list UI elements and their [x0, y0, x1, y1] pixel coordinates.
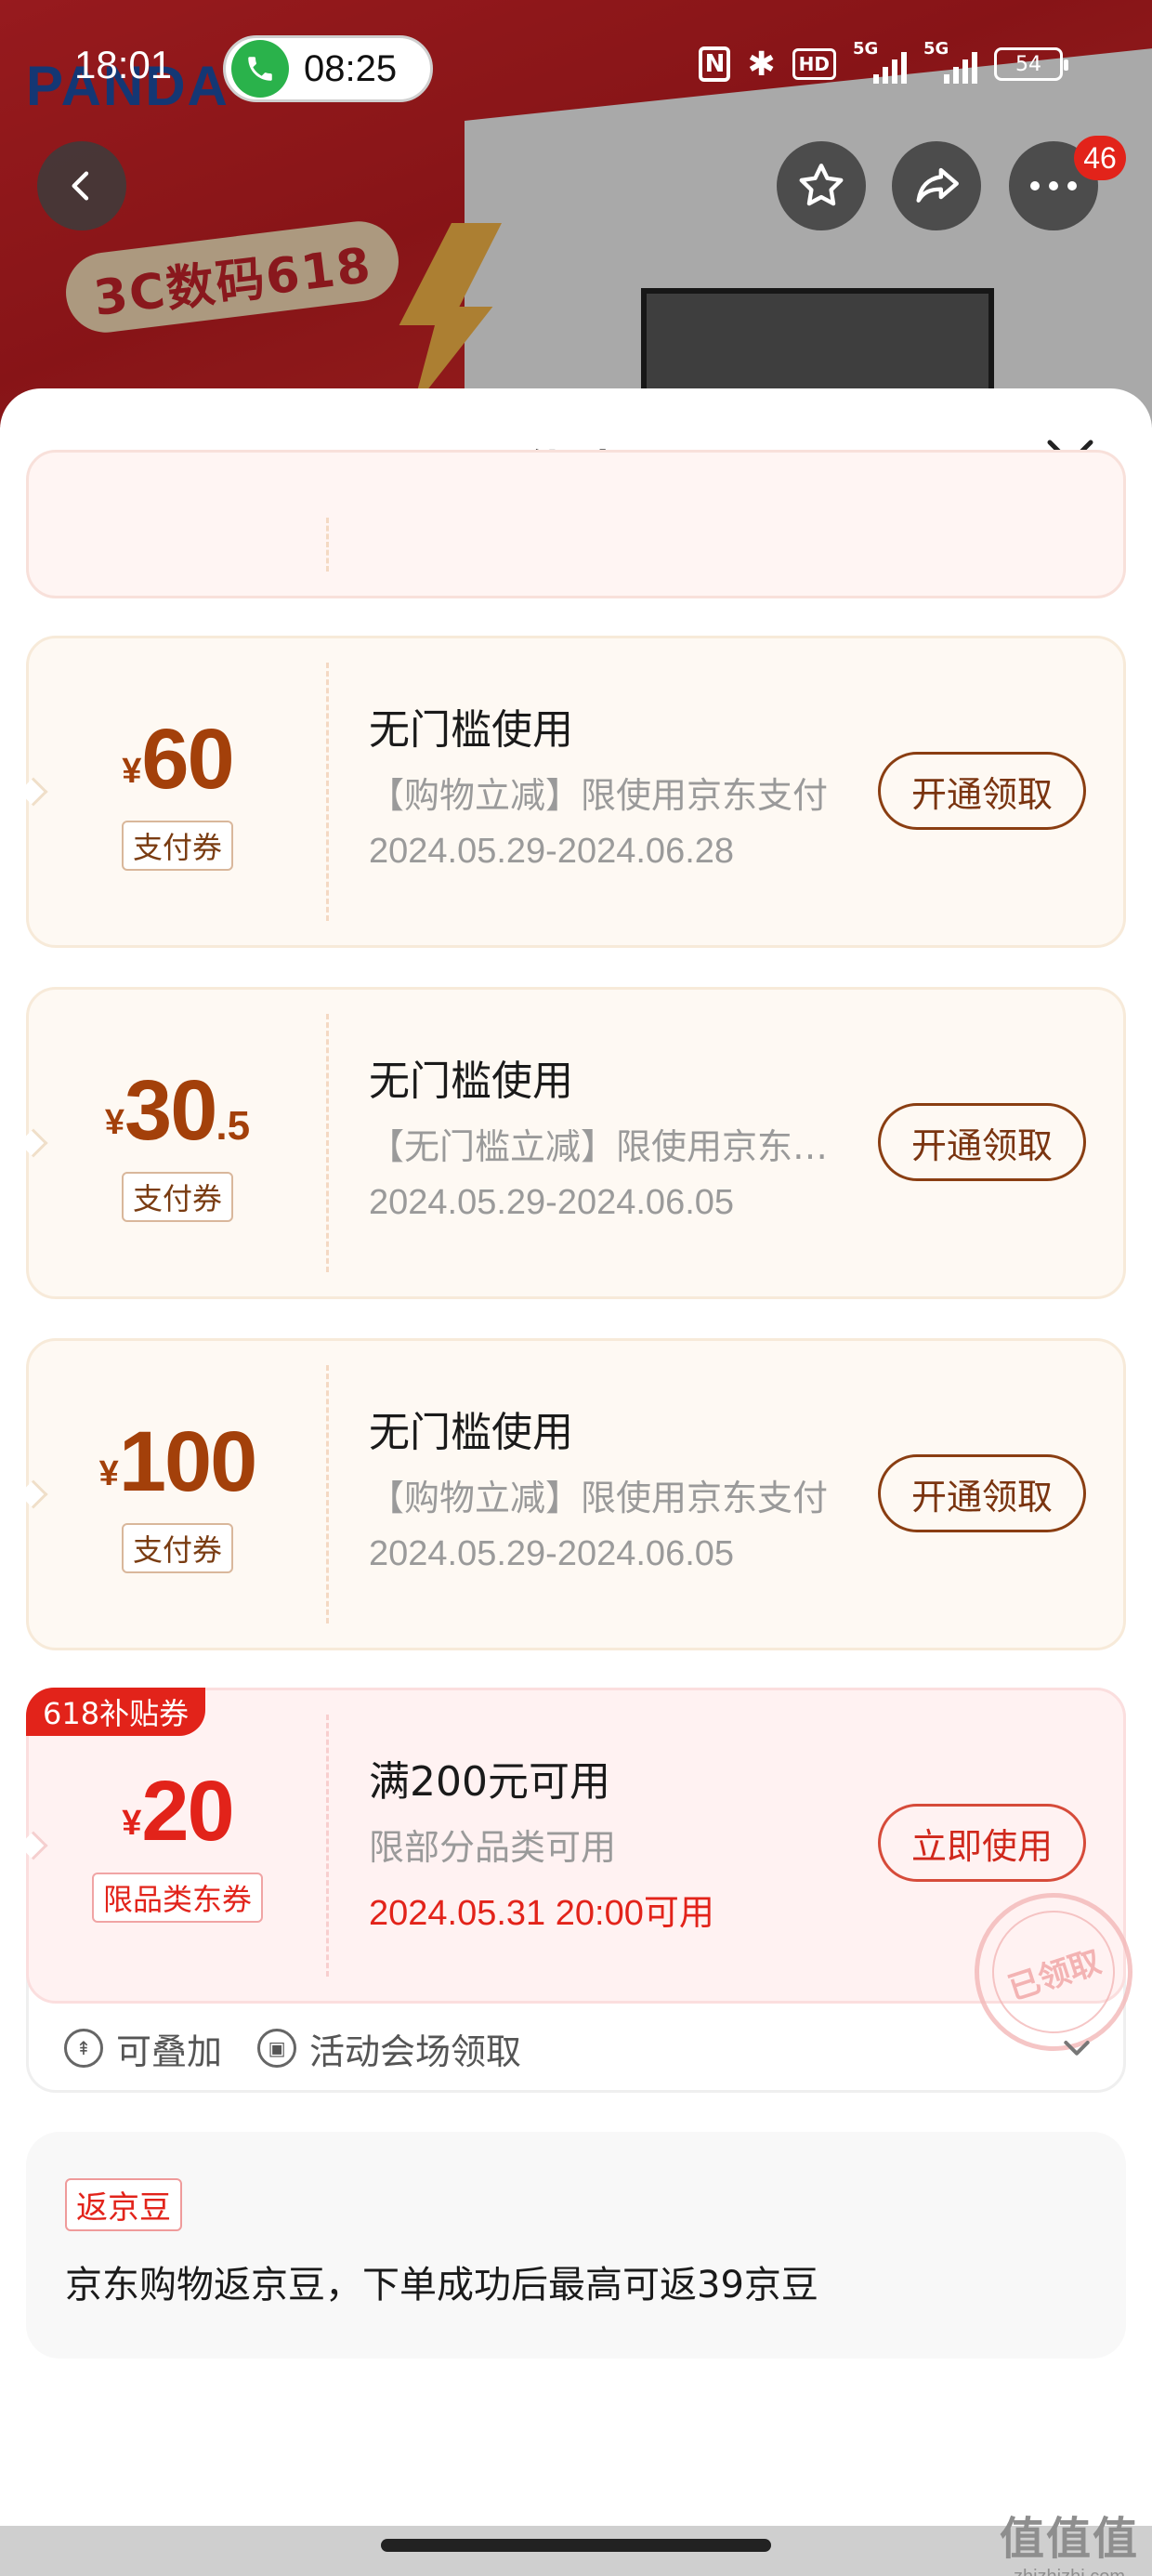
discount-sheet: 优惠 ¥60 支付券 无门槛使用 【购物立减】限使用京东支付 2024.05.2… [0, 388, 1152, 2535]
coupon-title: 满200元可用 [369, 1758, 610, 1806]
watermark-url: zhizhizhi.com [1000, 2567, 1139, 2576]
call-timer: 08:25 [304, 47, 398, 89]
stack-icon: ⇞ [64, 2029, 103, 2068]
stackable-feature: ⇞ 可叠加 [64, 2023, 222, 2074]
subsidy-ribbon: 618补贴券 [26, 1688, 206, 1736]
venue-claim-feature: ▣ 活动会场领取 [257, 2023, 521, 2074]
coupon-description: 【购物立减】限使用京东支付 [369, 1478, 829, 1518]
coupon-amount: ¥100 [98, 1414, 258, 1509]
coupon-card: ¥60 支付券 无门槛使用 【购物立减】限使用京东支付 2024.05.29-2… [19, 636, 1126, 948]
more-dots-icon [1030, 181, 1077, 191]
signal-icon: 5G [853, 39, 907, 84]
coupon-card [26, 450, 1126, 598]
battery-icon: 54 [994, 47, 1068, 81]
favorite-button[interactable] [777, 141, 866, 230]
clock: 18:01 [74, 43, 173, 86]
chevron-left-icon [72, 171, 89, 201]
use-now-button[interactable]: 立即使用 [878, 1804, 1086, 1882]
feature-label: 活动会场领取 [309, 2031, 522, 2072]
coupon-validity: 2024.05.29-2024.06.05 [369, 1183, 735, 1222]
coupon-list[interactable]: ¥60 支付券 无门槛使用 【购物立减】限使用京东支付 2024.05.29-2… [0, 450, 1152, 2531]
jd-beans-rebate: 返京豆 京东购物返京豆，下单成功后最高可返39京豆 [26, 2132, 1126, 2359]
claim-button[interactable]: 开通领取 [878, 1454, 1086, 1532]
coupon-title: 无门槛使用 [369, 1058, 573, 1105]
coupon-description: 【购物立减】限使用京东支付 [369, 775, 829, 816]
bluetooth-icon: ✱ [747, 45, 776, 84]
coupon-type-tag: 支付券 [121, 1172, 233, 1222]
feature-label: 可叠加 [116, 2031, 223, 2072]
coupon-validity: 2024.05.31 20:00可用 [369, 1894, 714, 1933]
share-button[interactable] [892, 141, 981, 230]
coupon-card: ¥100 支付券 无门槛使用 【购物立减】限使用京东支付 2024.05.29-… [19, 1338, 1126, 1650]
claim-button[interactable]: 开通领取 [878, 752, 1086, 830]
coupon-validity: 2024.05.29-2024.06.05 [369, 1534, 735, 1573]
coupon-description: 【无门槛立减】限使用京东支付 [369, 1126, 861, 1167]
signal-icon: 5G [923, 39, 977, 84]
notification-badge: 46 [1074, 136, 1126, 180]
coupon-features[interactable]: ⇞ 可叠加 ▣ 活动会场领取 [29, 2006, 1129, 2090]
ticket-icon: ▣ [257, 2029, 297, 2068]
coupon-title: 无门槛使用 [369, 706, 573, 754]
coupon-card: ¥30.5 支付券 无门槛使用 【无门槛立减】限使用京东支付 2024.05.2… [19, 987, 1126, 1299]
status-bar: 18:01 08:25 N ✱ HD 5G 5G 54 [0, 32, 1152, 106]
phone-icon [231, 40, 289, 98]
coupon-amount: ¥30.5 [104, 1063, 251, 1158]
hd-voice-icon: HD [792, 48, 836, 80]
subsidy-coupon-card: ¥20 限品类东券 满200元可用 限部分品类可用 2024.05.31 20:… [19, 1688, 1152, 2093]
claim-button[interactable]: 开通领取 [878, 1103, 1086, 1181]
coupon-validity: 2024.05.29-2024.06.28 [369, 832, 735, 871]
chevron-down-icon[interactable] [1058, 2029, 1095, 2066]
coupon-type-tag: 支付券 [121, 821, 233, 871]
watermark-logo: 值值值 [999, 2513, 1139, 2565]
ongoing-call-pill[interactable]: 08:25 [223, 35, 433, 102]
system-icons: N ✱ HD 5G 5G 54 [699, 39, 1068, 84]
coupon-amount: ¥20 [122, 1764, 234, 1859]
coupon-type-tag: 限品类东券 [91, 1873, 263, 1923]
coupon-title: 无门槛使用 [369, 1409, 573, 1456]
beans-tag: 返京豆 [65, 2178, 182, 2231]
back-button[interactable] [37, 141, 126, 230]
nfc-icon: N [699, 46, 731, 82]
coupon-description: 限部分品类可用 [369, 1827, 617, 1868]
coupon-type-tag: 支付券 [121, 1523, 233, 1573]
coupon-card: ¥20 限品类东券 满200元可用 限部分品类可用 2024.05.31 20:… [19, 1688, 1152, 2072]
star-icon [799, 164, 844, 206]
share-icon [916, 167, 959, 203]
home-indicator[interactable] [381, 2539, 771, 2552]
watermark: 值值值 zhizhizhi.com [1000, 2502, 1139, 2576]
coupon-amount: ¥60 [122, 712, 234, 807]
beans-description: 京东购物返京豆，下单成功后最高可返39京豆 [65, 2264, 818, 2307]
